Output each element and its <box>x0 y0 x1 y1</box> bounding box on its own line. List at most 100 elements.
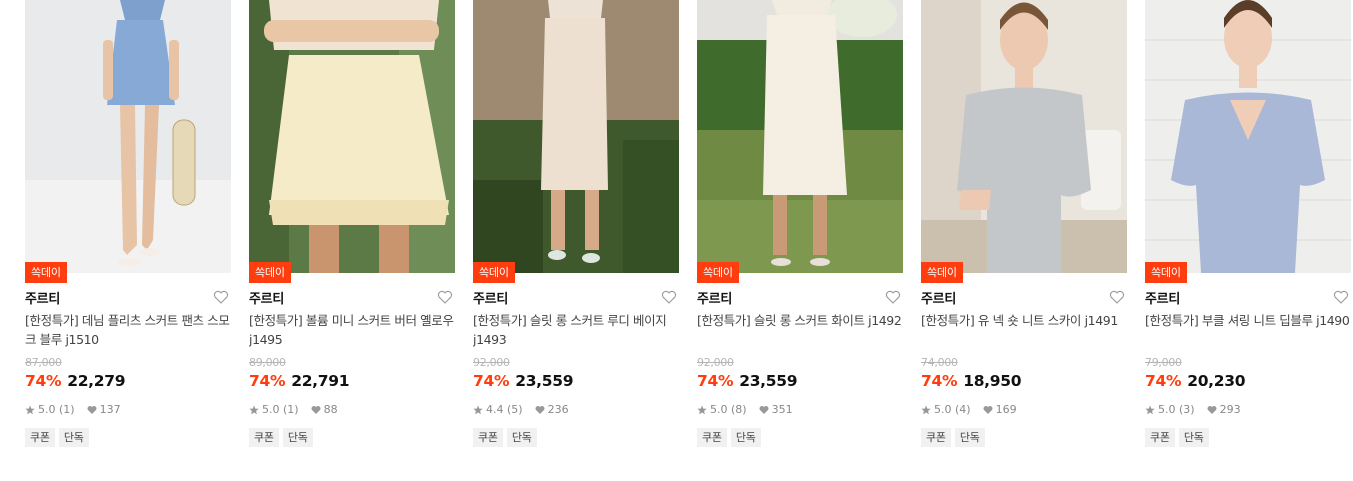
product-image[interactable] <box>921 0 1127 273</box>
heart-filled-icon <box>87 405 97 414</box>
exclusive-tag: 단독 <box>954 428 985 447</box>
product-card[interactable]: 쏙데이 주르티 [한정특가] 볼륨 미니 스커트 버터 옐로우 j1495 89… <box>249 0 455 447</box>
product-card[interactable]: 쏙데이 주르티 [한정특가] 데님 플리츠 스커트 팬츠 스모크 블루 j151… <box>25 0 231 447</box>
product-title[interactable]: [한정특가] 볼륨 미니 스커트 버터 옐로우 j1495 <box>249 311 455 349</box>
star-icon <box>473 405 483 414</box>
product-stats: 5.0 (1) 88 <box>249 403 338 416</box>
tag-list: 쿠폰 단독 <box>697 428 761 447</box>
heart-filled-icon <box>535 405 545 414</box>
product-stats: 5.0 (3) 293 <box>1145 403 1241 416</box>
rating: 4.4 (5) <box>486 403 523 416</box>
original-price: 87,000 <box>25 356 62 369</box>
sale-price: 22,791 <box>291 372 350 390</box>
heart-icon[interactable] <box>885 289 901 305</box>
product-title[interactable]: [한정특가] 유 넥 숏 니트 스카이 j1491 <box>921 311 1127 330</box>
rating: 5.0 (3) <box>1158 403 1195 416</box>
brand-name[interactable]: 주르티 <box>1145 288 1180 307</box>
heart-filled-icon <box>311 405 321 414</box>
heart-icon[interactable] <box>1109 289 1125 305</box>
heart-icon[interactable] <box>213 289 229 305</box>
product-image[interactable] <box>25 0 231 273</box>
sale-price: 22,279 <box>67 372 126 390</box>
product-card[interactable]: 쏙데이 주르티 [한정특가] 유 넥 숏 니트 스카이 j1491 74,000… <box>921 0 1127 447</box>
heart-icon[interactable] <box>1333 289 1349 305</box>
exclusive-tag: 단독 <box>730 428 761 447</box>
like-count: 351 <box>771 403 793 416</box>
brand-row: 주르티 <box>1145 287 1351 307</box>
sale-price: 23,559 <box>739 372 798 390</box>
brand-row: 주르티 <box>25 287 231 307</box>
brand-name[interactable]: 주르티 <box>473 288 508 307</box>
product-title[interactable]: [한정특가] 슬릿 롱 스커트 루디 베이지 j1493 <box>473 311 679 349</box>
heart-filled-icon <box>983 405 993 414</box>
original-price: 92,000 <box>697 356 734 369</box>
heart-filled-icon <box>759 405 769 414</box>
product-title[interactable]: [한정특가] 슬릿 롱 스커트 화이트 j1492 <box>697 311 903 330</box>
heart-filled-icon <box>1207 405 1217 414</box>
discount-rate: 74% <box>1145 372 1182 390</box>
original-price: 79,000 <box>1145 356 1182 369</box>
sale-price: 20,230 <box>1187 372 1246 390</box>
discount-rate: 74% <box>249 372 286 390</box>
price-row: 74% 23,559 <box>697 372 798 390</box>
original-price: 89,000 <box>249 356 286 369</box>
brand-row: 주르티 <box>697 287 903 307</box>
brand-name[interactable]: 주르티 <box>25 288 60 307</box>
star-icon <box>697 405 707 414</box>
rating: 5.0 (8) <box>710 403 747 416</box>
sale-badge: 쏙데이 <box>1145 262 1187 283</box>
rating: 5.0 (1) <box>262 403 299 416</box>
discount-rate: 74% <box>921 372 958 390</box>
rating: 5.0 (1) <box>38 403 75 416</box>
product-title[interactable]: [한정특가] 데님 플리츠 스커트 팬츠 스모크 블루 j1510 <box>25 311 231 349</box>
price-row: 74% 18,950 <box>921 372 1022 390</box>
heart-icon[interactable] <box>437 289 453 305</box>
product-image[interactable] <box>1145 0 1351 273</box>
sale-badge: 쏙데이 <box>25 262 67 283</box>
brand-row: 주르티 <box>473 287 679 307</box>
exclusive-tag: 단독 <box>58 428 89 447</box>
discount-rate: 74% <box>697 372 734 390</box>
price-row: 74% 20,230 <box>1145 372 1246 390</box>
exclusive-tag: 단독 <box>282 428 313 447</box>
product-stats: 5.0 (1) 137 <box>25 403 121 416</box>
like-count: 236 <box>547 403 569 416</box>
star-icon <box>921 405 931 414</box>
coupon-tag: 쿠폰 <box>249 428 279 447</box>
product-image[interactable] <box>697 0 903 273</box>
star-icon <box>249 405 259 414</box>
product-card[interactable]: 쏙데이 주르티 [한정특가] 슬릿 롱 스커트 화이트 j1492 92,000… <box>697 0 903 447</box>
tag-list: 쿠폰 단독 <box>25 428 89 447</box>
sale-badge: 쏙데이 <box>921 262 963 283</box>
like-count: 137 <box>99 403 121 416</box>
exclusive-tag: 단독 <box>506 428 537 447</box>
tag-list: 쿠폰 단독 <box>921 428 985 447</box>
like-count: 169 <box>995 403 1017 416</box>
coupon-tag: 쿠폰 <box>25 428 55 447</box>
sale-price: 18,950 <box>963 372 1022 390</box>
star-icon <box>1145 405 1155 414</box>
brand-name[interactable]: 주르티 <box>921 288 956 307</box>
product-title[interactable]: [한정특가] 부클 셔링 니트 딥블루 j1490 <box>1145 311 1351 330</box>
brand-row: 주르티 <box>921 287 1127 307</box>
price-row: 74% 22,791 <box>249 372 350 390</box>
tag-list: 쿠폰 단독 <box>473 428 537 447</box>
product-card[interactable]: 쏙데이 주르티 [한정특가] 부클 셔링 니트 딥블루 j1490 79,000… <box>1145 0 1351 447</box>
product-card[interactable]: 쏙데이 주르티 [한정특가] 슬릿 롱 스커트 루디 베이지 j1493 92,… <box>473 0 679 447</box>
brand-row: 주르티 <box>249 287 455 307</box>
original-price: 74,000 <box>921 356 958 369</box>
brand-name[interactable]: 주르티 <box>249 288 284 307</box>
product-image[interactable] <box>249 0 455 273</box>
tag-list: 쿠폰 단독 <box>1145 428 1209 447</box>
product-image[interactable] <box>473 0 679 273</box>
price-row: 74% 22,279 <box>25 372 126 390</box>
sale-badge: 쏙데이 <box>697 262 739 283</box>
coupon-tag: 쿠폰 <box>921 428 951 447</box>
discount-rate: 74% <box>25 372 62 390</box>
brand-name[interactable]: 주르티 <box>697 288 732 307</box>
product-stats: 5.0 (4) 169 <box>921 403 1017 416</box>
coupon-tag: 쿠폰 <box>473 428 503 447</box>
sale-badge: 쏙데이 <box>473 262 515 283</box>
discount-rate: 74% <box>473 372 510 390</box>
heart-icon[interactable] <box>661 289 677 305</box>
